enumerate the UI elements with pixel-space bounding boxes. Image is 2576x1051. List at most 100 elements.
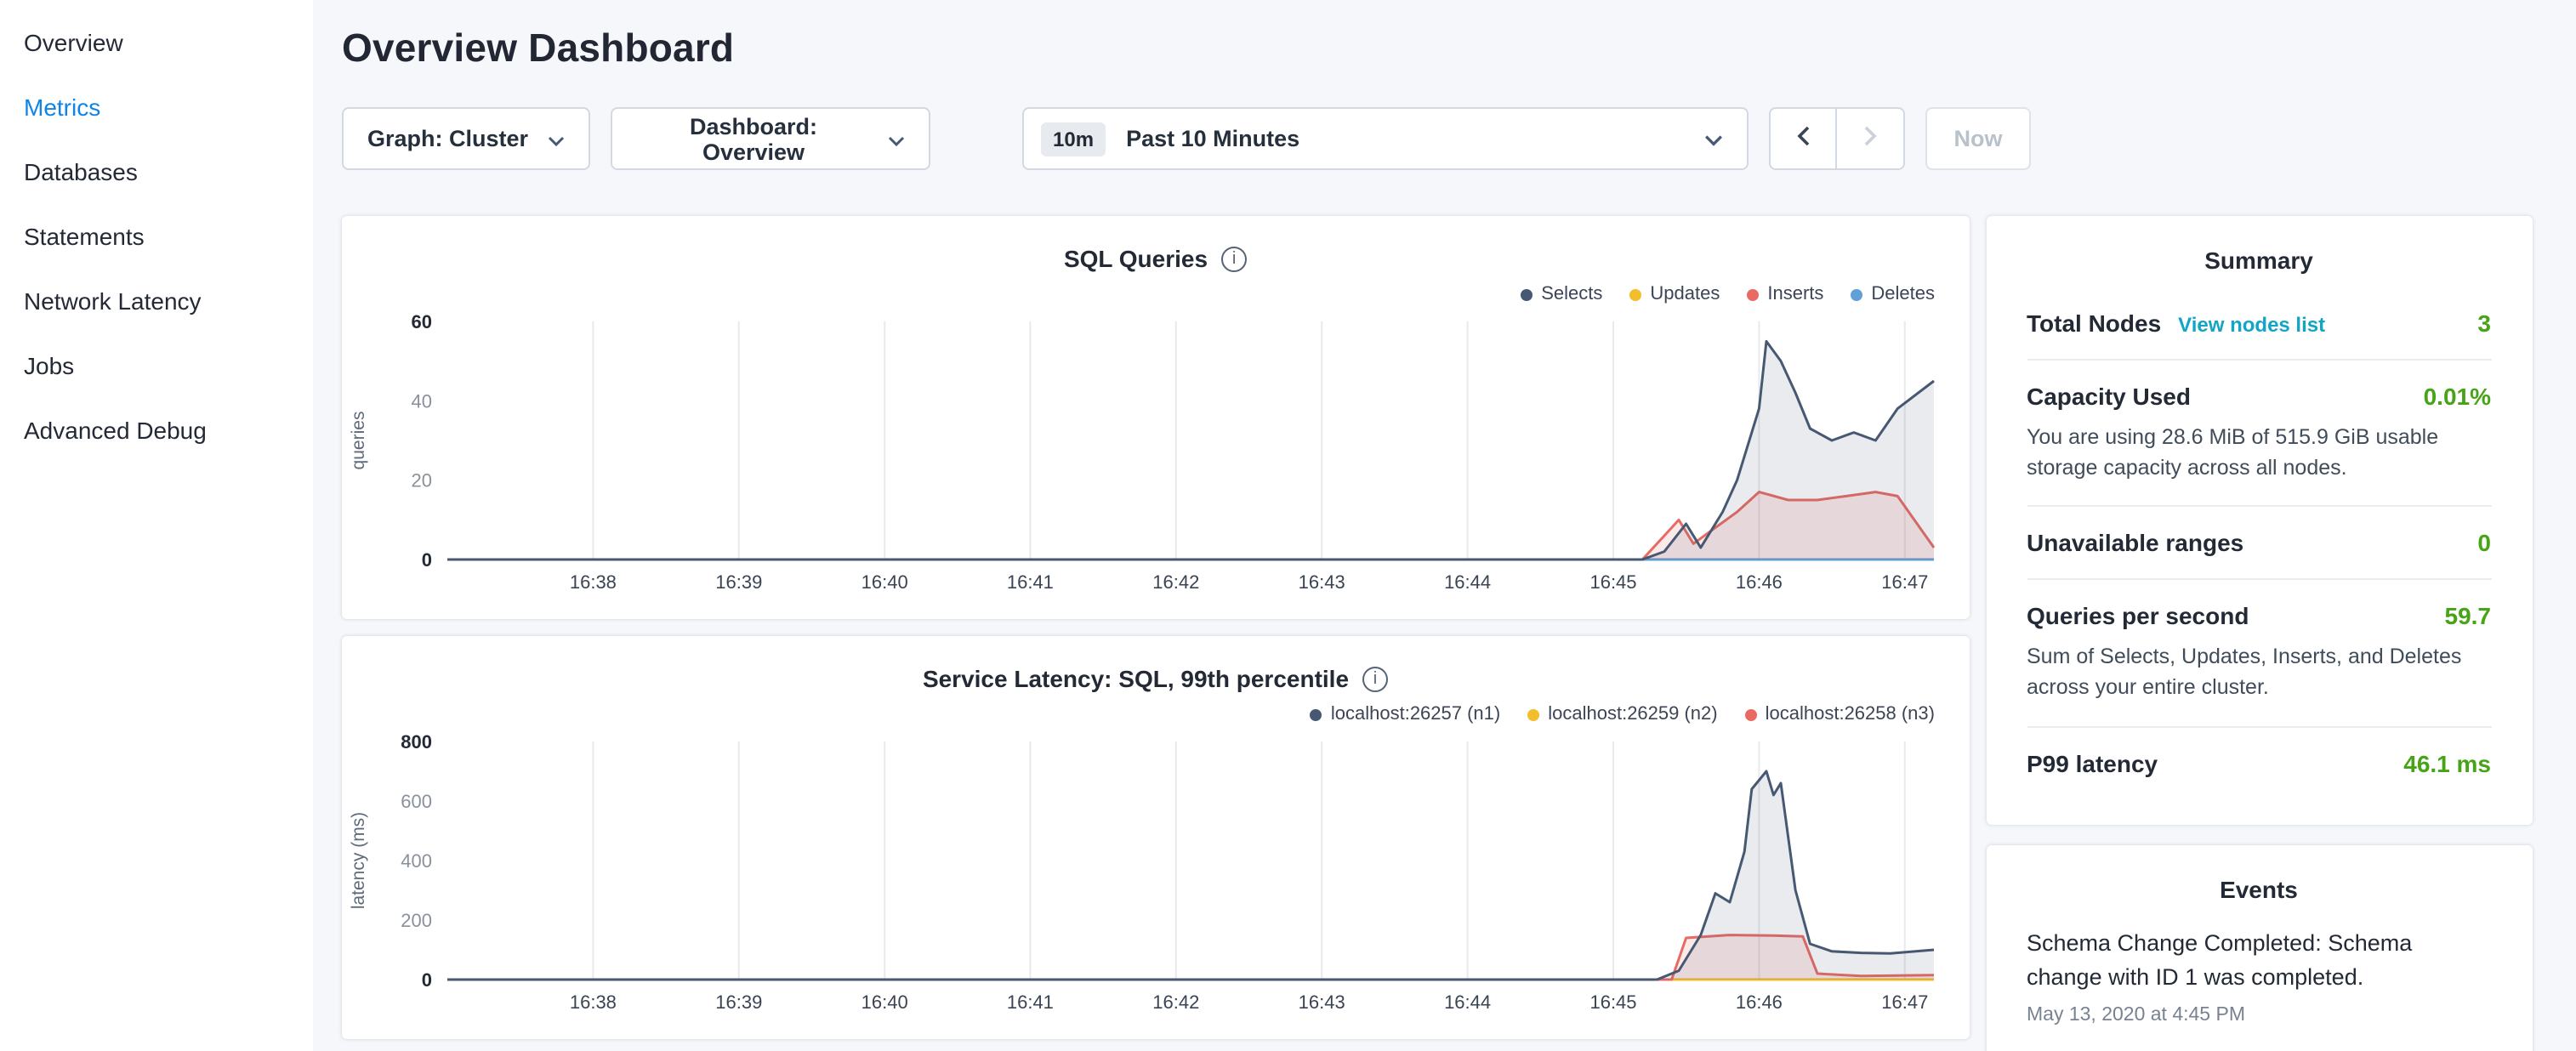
summary-label: Unavailable ranges [2027, 530, 2243, 557]
svg-text:16:41: 16:41 [1007, 571, 1054, 593]
sidebar-item-overview[interactable]: Overview [0, 10, 313, 75]
legend-item[interactable]: localhost:26259 (n2) [1527, 702, 1717, 726]
sql-queries-chart[interactable]: 16:3816:3916:4016:4116:4216:4316:4416:45… [342, 315, 1968, 599]
svg-text:16:46: 16:46 [1736, 571, 1783, 593]
events-title: Events [2027, 845, 2491, 917]
svg-text:400: 400 [401, 850, 432, 872]
svg-text:16:44: 16:44 [1444, 571, 1491, 593]
svg-text:16:38: 16:38 [570, 991, 617, 1013]
chart-header: SQL Queries i [342, 245, 1969, 272]
summary-value: 0.01% [2424, 383, 2491, 410]
graph-dropdown[interactable]: Graph: Cluster [342, 107, 590, 170]
sidebar-item-jobs[interactable]: Jobs [0, 333, 313, 398]
legend-item[interactable]: Updates [1629, 282, 1720, 306]
toolbar: Graph: Cluster Dashboard: Overview 10m P… [342, 107, 2532, 170]
legend-item[interactable]: Inserts [1747, 282, 1823, 306]
time-controls: 10m Past 10 Minutes [1022, 107, 2031, 170]
svg-text:16:42: 16:42 [1152, 571, 1199, 593]
event-item: Schema Change Completed: Schema change w… [2027, 927, 2491, 1025]
summary-row-p99-latency: P99 latency 46.1 ms [2027, 725, 2491, 798]
sidebar-item-network-latency[interactable]: Network Latency [0, 269, 313, 333]
summary-panel: Summary Total Nodes View nodes list 3 Ca… [1986, 216, 2532, 825]
legend-item[interactable]: localhost:26258 (n3) [1745, 702, 1935, 726]
svg-text:16:38: 16:38 [570, 571, 617, 593]
sidebar: Overview Metrics Databases Statements Ne… [0, 0, 313, 1051]
summary-subtext: Sum of Selects, Updates, Inserts, and De… [2027, 642, 2491, 704]
sidebar-item-databases[interactable]: Databases [0, 139, 313, 204]
svg-text:16:40: 16:40 [862, 991, 908, 1013]
now-button[interactable]: Now [1925, 107, 2031, 170]
svg-text:16:42: 16:42 [1152, 991, 1199, 1013]
legend-item[interactable]: Selects [1521, 282, 1602, 306]
chevron-right-icon [1863, 126, 1877, 151]
events-panel: Events Schema Change Completed: Schema c… [1986, 845, 2532, 1051]
svg-text:latency (ms): latency (ms) [349, 812, 368, 909]
summary-row-total-nodes: Total Nodes View nodes list 3 [2027, 287, 2491, 359]
time-range-dropdown[interactable]: 10m Past 10 Minutes [1022, 107, 1749, 170]
sidebar-nav: Overview Metrics Databases Statements Ne… [0, 10, 313, 463]
chevron-down-icon [1704, 126, 1723, 151]
chevron-down-icon [548, 126, 565, 151]
dashboard-dropdown[interactable]: Dashboard: Overview [611, 107, 930, 170]
svg-text:16:41: 16:41 [1007, 991, 1054, 1013]
service-latency-chart[interactable]: 16:3816:3916:4016:4116:4216:4316:4416:45… [342, 735, 1968, 1019]
svg-text:16:47: 16:47 [1881, 991, 1928, 1013]
event-timestamp: May 13, 2020 at 4:45 PM [2027, 1004, 2491, 1025]
charts-column: SQL Queries i Selects Updates Inserts Delet… [342, 216, 1969, 1039]
legend-swatch-icon [1311, 708, 1322, 720]
svg-text:16:43: 16:43 [1299, 571, 1345, 593]
legend-swatch-icon [1527, 708, 1539, 720]
chevron-down-icon [888, 126, 905, 151]
summary-label: Queries per second [2027, 603, 2249, 630]
legend-item[interactable]: localhost:26257 (n1) [1311, 702, 1500, 726]
dashboard-dropdown-label: Dashboard: Overview [636, 113, 871, 164]
svg-text:40: 40 [412, 390, 432, 412]
legend-swatch-icon [1851, 288, 1862, 300]
app-root: Overview Metrics Databases Statements Ne… [0, 0, 2576, 1051]
svg-text:600: 600 [401, 791, 432, 812]
time-forward-button[interactable] [1837, 107, 1905, 170]
svg-text:16:43: 16:43 [1299, 991, 1345, 1013]
service-latency-panel: Service Latency: SQL, 99th percentile i … [342, 636, 1969, 1039]
chart-title: Service Latency: SQL, 99th percentile [923, 665, 1349, 692]
info-icon[interactable]: i [1362, 666, 1388, 691]
main-content: Overview Dashboard Graph: Cluster Dashbo… [313, 0, 2576, 1051]
time-back-button[interactable] [1769, 107, 1837, 170]
svg-text:16:47: 16:47 [1881, 571, 1928, 593]
chart-legend: localhost:26257 (n1) localhost:26259 (n2)… [376, 702, 1935, 726]
legend-item[interactable]: Deletes [1851, 282, 1935, 306]
chart-title: SQL Queries [1064, 245, 1208, 272]
page-title: Overview Dashboard [342, 26, 2532, 71]
sidebar-item-metrics[interactable]: Metrics [0, 75, 313, 139]
legend-swatch-icon [1521, 288, 1533, 300]
view-nodes-link[interactable]: View nodes list [2178, 313, 2325, 337]
chart-legend: Selects Updates Inserts Deletes [376, 282, 1935, 306]
sidebar-item-statements[interactable]: Statements [0, 204, 313, 269]
svg-text:20: 20 [412, 470, 432, 491]
summary-value: 46.1 ms [2403, 749, 2491, 776]
svg-text:0: 0 [422, 549, 432, 571]
summary-value: 3 [2477, 310, 2491, 337]
summary-value: 59.7 [2445, 603, 2492, 630]
summary-subtext: You are using 28.6 MiB of 515.9 GiB usab… [2027, 422, 2491, 484]
svg-text:queries: queries [349, 412, 368, 470]
legend-swatch-icon [1629, 288, 1641, 300]
summary-value: 0 [2477, 530, 2491, 557]
right-sidebar: Summary Total Nodes View nodes list 3 Ca… [1986, 216, 2532, 1051]
time-range-label: Past 10 Minutes [1126, 126, 1299, 151]
svg-text:16:45: 16:45 [1589, 991, 1636, 1013]
info-icon[interactable]: i [1221, 246, 1247, 271]
summary-title: Summary [2027, 216, 2491, 287]
svg-text:16:45: 16:45 [1589, 571, 1636, 593]
legend-swatch-icon [1745, 708, 1757, 720]
summary-row-capacity-used: Capacity Used 0.01% You are using 28.6 M… [2027, 359, 2491, 506]
svg-text:16:39: 16:39 [715, 571, 762, 593]
svg-text:16:44: 16:44 [1444, 991, 1491, 1013]
summary-row-unavailable-ranges: Unavailable ranges 0 [2027, 506, 2491, 579]
time-range-chip: 10m [1041, 122, 1106, 156]
dashboard-body: SQL Queries i Selects Updates Inserts Delet… [342, 216, 2532, 1051]
sidebar-item-advanced-debug[interactable]: Advanced Debug [0, 398, 313, 463]
svg-text:800: 800 [401, 735, 432, 753]
time-pager [1769, 107, 1905, 170]
summary-row-queries-per-second: Queries per second 59.7 Sum of Selects, … [2027, 579, 2491, 726]
